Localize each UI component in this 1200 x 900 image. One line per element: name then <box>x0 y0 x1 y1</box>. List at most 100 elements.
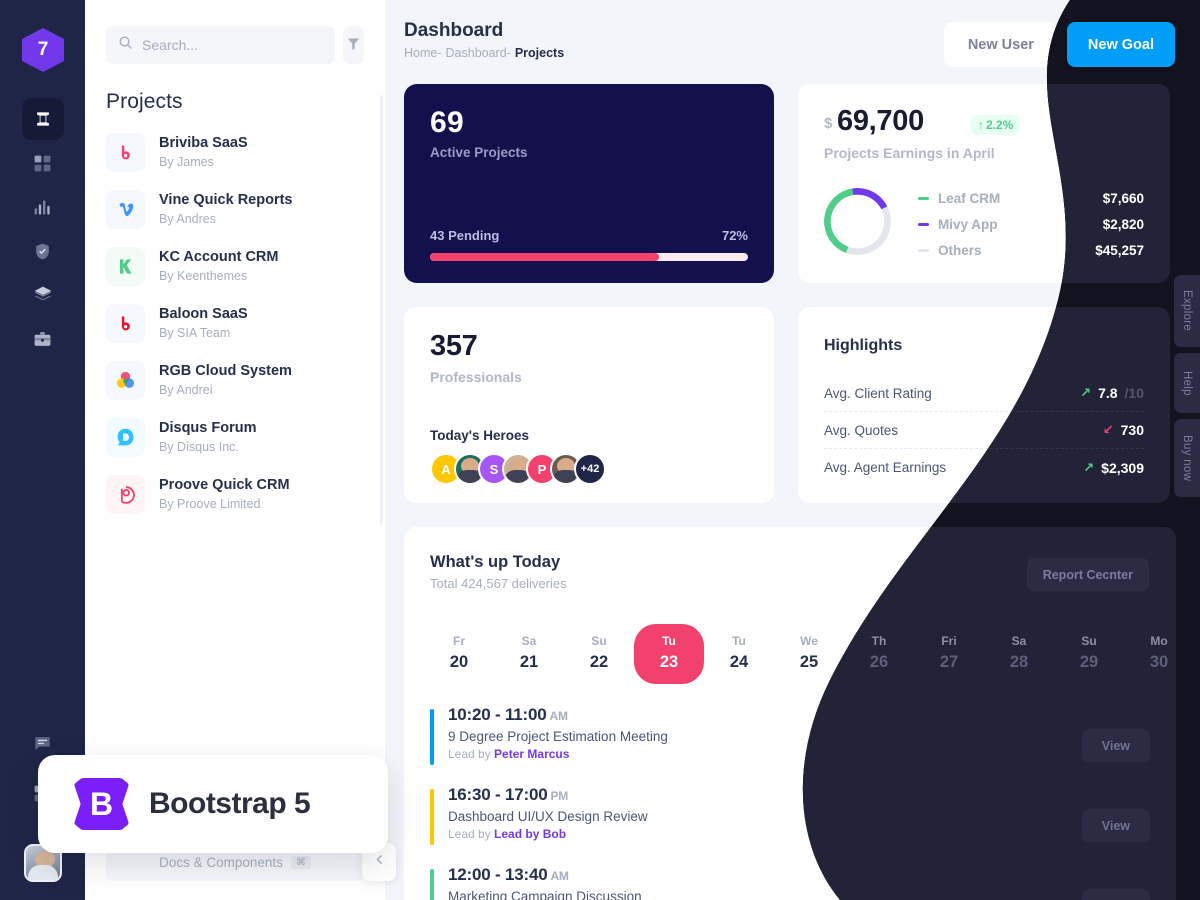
day-name: Fri <box>941 634 957 648</box>
project-text: Vine Quick Reports By Andres <box>159 191 293 229</box>
project-list-item[interactable]: Proove Quick CRM By Proove Limited <box>106 466 364 523</box>
event-time-range: 16:30 - 17:00 <box>448 785 548 804</box>
project-text: Baloon SaaS By SIA Team <box>159 305 248 343</box>
earnings-legend-item: Mivy App <box>918 211 1000 237</box>
filter-icon <box>346 36 361 54</box>
side-tab-explore-label: Explore <box>1181 290 1193 332</box>
project-text: Proove Quick CRM By Proove Limited <box>159 476 290 514</box>
app-root: 7 Search... Projects Briviba SaaS By Jam… <box>0 0 1200 900</box>
day-number: 25 <box>799 653 819 671</box>
search-icon <box>118 35 133 55</box>
project-logo-icon <box>106 475 145 514</box>
project-list-item[interactable]: Vine Quick Reports By Andres <box>106 181 364 238</box>
dark-day-cell[interactable]: Sa 28 <box>984 624 1054 684</box>
breadcrumb: Home- Dashboard- Projects <box>404 46 564 60</box>
project-name: Briviba SaaS <box>159 134 248 151</box>
project-list-item[interactable]: Disqus Forum By Disqus Inc. <box>106 409 364 466</box>
day-name: Sa <box>1011 634 1027 648</box>
project-list-item[interactable]: KC Account CRM By Keenthemes <box>106 238 364 295</box>
side-tab-help-label: Help <box>1181 370 1193 396</box>
highlight-suffix: /10 <box>1124 385 1144 401</box>
project-logo-icon <box>106 247 145 286</box>
day-number: 23 <box>659 653 679 671</box>
professionals-label: Professionals <box>430 369 522 385</box>
event-lead-name[interactable]: Lead by Bob <box>494 827 566 841</box>
rail-item-briefcase[interactable] <box>0 318 85 360</box>
legend-label: Leaf CRM <box>938 190 1001 206</box>
project-logo-icon <box>106 418 145 457</box>
projects-title: Projects <box>106 90 183 113</box>
breadcrumb-dashboard[interactable]: Dashboard- <box>446 46 511 60</box>
day-name: Th <box>871 634 887 648</box>
earnings-value: $2,820 <box>1102 216 1144 232</box>
day-name: Su <box>1081 634 1097 648</box>
legend-label: Mivy App <box>938 216 998 232</box>
side-tab-help[interactable]: Help <box>1174 353 1200 413</box>
dark-new-goal-button[interactable]: New Goal <box>1067 22 1175 67</box>
app-logo[interactable]: 7 <box>22 28 64 72</box>
dark-day-cell[interactable]: Mo 30 <box>1124 624 1194 684</box>
side-tab-explore[interactable]: Explore <box>1174 275 1200 347</box>
day-cell[interactable]: Sa 21 <box>494 624 564 684</box>
whats-up-title: What's up Today <box>430 553 561 571</box>
project-logo-icon <box>106 361 145 400</box>
dark-day-cell[interactable]: Su 29 <box>1054 624 1124 684</box>
dark-view-button-3[interactable]: View <box>1082 889 1150 900</box>
legend-color-swatch <box>918 248 929 252</box>
day-name: Fr <box>453 634 465 648</box>
bar-chart-icon <box>22 186 64 228</box>
rail-item-layers[interactable] <box>0 274 85 316</box>
projects-list: Briviba SaaS By James Vine Quick Reports By… <box>85 124 385 523</box>
panel-scrollbar[interactable] <box>380 95 383 525</box>
day-cell[interactable]: Su 22 <box>564 624 634 684</box>
earnings-value: $7,660 <box>1102 190 1144 206</box>
highlights-title: Highlights <box>824 337 903 354</box>
project-name: Proove Quick CRM <box>159 476 290 493</box>
rail-item-analytics[interactable] <box>0 186 85 228</box>
project-author: By Andres <box>159 212 216 227</box>
event-color-bar <box>430 789 434 845</box>
search-input[interactable] <box>142 37 323 53</box>
project-list-item[interactable]: RGB Cloud System By Andrei <box>106 352 364 409</box>
dark-report-center-button[interactable]: Report Cecnter <box>1027 558 1149 591</box>
dark-day-cell[interactable]: Fri 27 <box>914 624 984 684</box>
rail-item-cube[interactable] <box>0 98 85 140</box>
breadcrumb-home[interactable]: Home- <box>404 46 442 60</box>
project-list-item[interactable]: Briviba SaaS By James <box>106 124 364 181</box>
event-meridiem: PM <box>550 789 569 803</box>
day-number: 29 <box>1079 653 1099 671</box>
project-logo-icon <box>106 190 145 229</box>
day-number: 20 <box>449 653 469 671</box>
event-lead-name[interactable]: Peter Marcus <box>494 747 569 761</box>
active-projects-count: 69 <box>430 106 464 139</box>
whats-up-subtitle: Total 424,567 deliveries <box>430 576 567 591</box>
active-projects-pending: 43 Pending <box>430 228 500 243</box>
rail-item-grid[interactable] <box>0 142 85 184</box>
event-lead-prefix: Lead by <box>448 827 495 841</box>
legend-color-swatch <box>918 196 929 200</box>
dark-view-button-2[interactable]: View <box>1082 809 1150 842</box>
earnings-legend-item: Leaf CRM <box>918 185 1000 211</box>
filter-button[interactable] <box>343 26 364 64</box>
day-cell-selected[interactable]: Tu 23 <box>634 624 704 684</box>
day-number: 22 <box>589 653 609 671</box>
event-time-range: 10:20 - 11:00 <box>448 705 547 724</box>
day-number: 26 <box>869 653 889 671</box>
rail-item-security[interactable] <box>0 230 85 272</box>
rail-icon-list <box>0 98 85 360</box>
dark-view-button-1[interactable]: View <box>1082 729 1150 762</box>
shield-check-icon <box>22 230 64 272</box>
trend-arrow-icon: ↗ <box>1083 459 1095 475</box>
legend-label: Others <box>938 242 982 258</box>
active-projects-progress-track <box>430 253 748 261</box>
search-row <box>85 0 385 64</box>
hero-avatar-initial[interactable]: +42 <box>574 453 606 485</box>
day-cell[interactable]: Fr 20 <box>424 624 494 684</box>
earnings-amount: 69,700 <box>837 105 924 137</box>
search-box[interactable] <box>106 26 335 64</box>
day-cell[interactable]: Tu 24 <box>704 624 774 684</box>
keyboard-shortcut-badge: ⌘ <box>290 855 311 869</box>
new-user-button[interactable]: New User <box>943 22 1058 67</box>
side-tab-buy-now[interactable]: Buy now <box>1174 419 1200 497</box>
project-list-item[interactable]: Baloon SaaS By SIA Team <box>106 295 364 352</box>
